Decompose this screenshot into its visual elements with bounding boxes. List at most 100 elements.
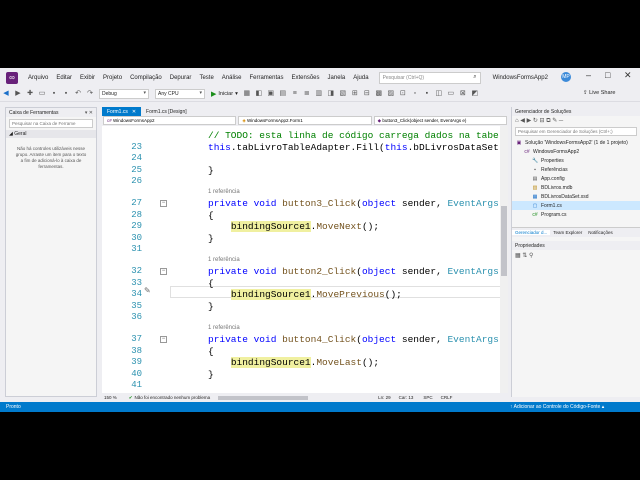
pin-icon[interactable]: ▾ ✕ — [85, 110, 93, 116]
save-icon[interactable]: ▪ — [50, 90, 58, 98]
toolbar-icon[interactable]: ▫ — [411, 90, 419, 98]
undo-icon[interactable]: ↶ — [74, 90, 82, 98]
minimize-icon[interactable]: – — [586, 70, 591, 80]
back-icon[interactable]: ◀ — [2, 90, 10, 98]
csharp-file-icon: c# — [532, 211, 538, 218]
tree-item[interactable]: 🔧 Properties — [512, 156, 640, 165]
save-all-icon[interactable]: ▪ — [62, 90, 70, 98]
tab-team-explorer[interactable]: Team Explorer — [550, 230, 585, 235]
indent-mode[interactable]: SPC — [423, 395, 432, 400]
start-button[interactable]: ▶ Iniciar ▾ — [211, 90, 238, 98]
collapse-icon[interactable]: − — [160, 268, 167, 275]
toolbar-icon[interactable]: ▦ — [243, 90, 251, 98]
toolbar-icon[interactable]: ⊡ — [399, 90, 407, 98]
menu-depurar[interactable]: Depurar — [166, 75, 196, 81]
categorized-icon[interactable]: ▦ ⇅ ⚲ — [515, 252, 533, 259]
home-icon[interactable]: ⌂ ◀ ▶ ↻ ⊟ ⧉ ✎ ─ — [515, 117, 563, 125]
toolbar-icon[interactable]: ≣ — [303, 90, 311, 98]
tree-item[interactable]: ▤ App.config — [512, 174, 640, 183]
menu-exibir[interactable]: Exibir — [76, 75, 99, 81]
line-number: 25 — [131, 164, 142, 175]
platform-select[interactable]: Any CPU ▾ — [155, 89, 205, 99]
solution-name-label: WindowsFormsApp2 — [492, 74, 548, 81]
codelens-references[interactable]: 1 referência — [208, 189, 240, 198]
problems-status[interactable]: Não foi encontrado nenhum problema — [135, 395, 211, 400]
zoom-level[interactable]: 150 % — [104, 395, 117, 400]
tab-solution-explorer[interactable]: Gerenciador d... — [512, 230, 551, 235]
toolbar-icon[interactable]: ⊞ — [351, 90, 359, 98]
menu-compilacao[interactable]: Compilação — [126, 75, 166, 81]
toolbar-icon[interactable]: ◩ — [471, 90, 479, 98]
code-line: 33 { — [102, 278, 508, 290]
toolbar-icon[interactable]: ▭ — [447, 90, 455, 98]
redo-icon[interactable]: ↷ — [86, 90, 94, 98]
class-nav-select[interactable]: ◈ WindowsFormsApp2.Form1 — [238, 116, 372, 125]
toolbar-icon[interactable]: ▥ — [315, 90, 323, 98]
menu-analise[interactable]: Análise — [218, 75, 246, 81]
forward-icon[interactable]: ▶ — [14, 90, 22, 98]
solution-explorer-title-bar: Gerenciador de Soluções — [512, 107, 640, 116]
toolbox-group-geral[interactable]: ◢ Geral — [6, 130, 96, 138]
vertical-scrollbar[interactable] — [500, 126, 508, 393]
quick-launch-search-input[interactable]: Pesquisar (Ctrl+Q) ⌕ — [378, 71, 481, 84]
toolbar-icon[interactable]: ▣ — [267, 90, 275, 98]
toolbar-icon[interactable]: ▤ — [279, 90, 287, 98]
tree-item[interactable]: ▢ Form1.cs — [512, 201, 640, 210]
project-nav-select[interactable]: c# WindowsFormsApp2 — [103, 116, 237, 125]
user-avatar[interactable]: MP — [561, 72, 571, 82]
tree-item[interactable]: c# WindowsFormsApp2 — [512, 147, 640, 156]
tree-item-label: Referências — [541, 166, 568, 173]
code-text: // TODO: esta linha de código carrega da… — [208, 130, 508, 141]
close-icon[interactable]: ✕ — [624, 70, 632, 81]
tab-form1-cs[interactable]: Form1.cs ✕ — [102, 107, 142, 116]
toolbar-icon[interactable]: ⊟ — [363, 90, 371, 98]
menu-editar[interactable]: Editar — [52, 75, 76, 81]
menu-ferramentas[interactable]: Ferramentas — [245, 75, 287, 81]
tree-item[interactable]: ▪ Referências — [512, 165, 640, 174]
add-to-source-control-button[interactable]: ↑ Adicionar ao Controle do Código-Fonte … — [510, 404, 604, 410]
close-tab-icon[interactable]: ✕ — [132, 109, 136, 115]
code-token: this — [384, 141, 408, 153]
menu-projeto[interactable]: Projeto — [99, 75, 126, 81]
toolbar-icon[interactable]: ▩ — [375, 90, 383, 98]
horizontal-scrollbar[interactable] — [218, 395, 309, 400]
vs-window: ∞ Arquivo Editar Exibir Projeto Compilaç… — [0, 68, 640, 412]
line-ending[interactable]: CRLF — [441, 395, 453, 400]
toolbar-icon[interactable]: ▨ — [387, 90, 395, 98]
toolbar-icon[interactable]: ◫ — [435, 90, 443, 98]
toolbar-icon[interactable]: ◧ — [255, 90, 263, 98]
code-token: (); — [361, 221, 380, 233]
toolbox-search-input[interactable]: Pesquisar na Caixa de Ferrame — [9, 119, 93, 128]
tab-notifications[interactable]: Notificações — [585, 230, 616, 235]
menu-arquivo[interactable]: Arquivo — [24, 75, 52, 81]
menu-extensoes[interactable]: Extensões — [287, 75, 323, 81]
tree-item[interactable]: ▥ BDLivros.mdb — [512, 183, 640, 192]
open-icon[interactable]: ▭ — [38, 90, 46, 98]
menu-ajuda[interactable]: Ajuda — [349, 75, 372, 81]
menu-teste[interactable]: Teste — [195, 75, 217, 81]
toolbar-icon[interactable]: ▪ — [423, 90, 431, 98]
tree-item[interactable]: ▦ BDLivrosDataSet.xsd — [512, 192, 640, 201]
member-nav-select[interactable]: ◆ button3_Click(object sender, EventArgs… — [373, 116, 507, 125]
toolbar-icon[interactable]: ≡ — [291, 90, 299, 98]
codelens-references[interactable]: 1 referência — [208, 325, 240, 334]
codelens-references[interactable]: 1 referência — [208, 257, 240, 266]
collapse-icon[interactable]: − — [160, 200, 167, 207]
menu-janela[interactable]: Janela — [324, 75, 350, 81]
toolbar-icon[interactable]: ⊠ — [459, 90, 467, 98]
maximize-icon[interactable]: □ — [605, 70, 610, 80]
new-project-icon[interactable]: ✚ — [26, 90, 34, 98]
tree-item[interactable]: ▣ Solução 'WindowsFormsApp2' (1 de 1 proj… — [512, 138, 640, 147]
configuration-select[interactable]: Debug ▾ — [99, 89, 149, 99]
visual-studio-logo-icon[interactable]: ∞ — [6, 71, 18, 84]
tree-item[interactable]: c# Program.cs — [512, 210, 640, 219]
solution-explorer-search-input[interactable]: Pesquisar em Gerenciador de Soluções (Ct… — [515, 127, 637, 136]
toolbar-icon[interactable]: ▧ — [339, 90, 347, 98]
code-editor[interactable]: ✎ // TODO: esta linha de código carrega … — [102, 126, 508, 393]
tab-form1-design[interactable]: Form1.cs [Design] — [141, 107, 192, 116]
scrollbar-thumb[interactable] — [501, 206, 507, 276]
line-number: 30 — [131, 232, 142, 243]
live-share-button[interactable]: ⇪ Live Share — [583, 90, 615, 96]
collapse-icon[interactable]: − — [160, 336, 167, 343]
toolbar-icon[interactable]: ◨ — [327, 90, 335, 98]
